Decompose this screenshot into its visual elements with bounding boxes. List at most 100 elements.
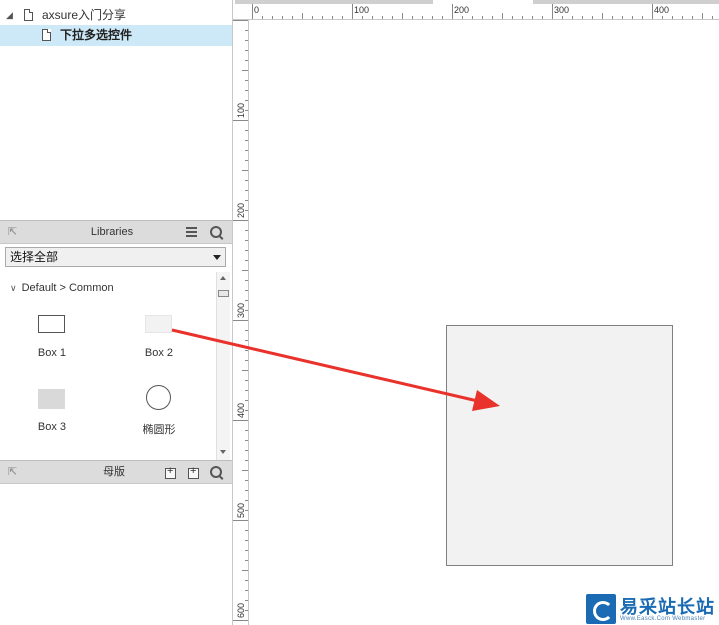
ruler-tick bbox=[602, 13, 603, 19]
ruler-tick bbox=[245, 240, 248, 241]
ruler-tick bbox=[245, 280, 248, 281]
page-tree-item-selected[interactable]: 下拉多选控件 bbox=[0, 25, 232, 46]
ruler-label: 500 bbox=[236, 502, 246, 518]
ruler-tick bbox=[245, 30, 248, 31]
ruler-tick bbox=[242, 470, 248, 471]
box3-icon[interactable] bbox=[38, 389, 65, 409]
ruler-tick bbox=[245, 490, 248, 491]
search-icon[interactable] bbox=[210, 466, 222, 478]
libraries-header: ⇱ Libraries bbox=[0, 220, 232, 244]
ruler-label: 200 bbox=[454, 5, 470, 15]
ruler-tick bbox=[512, 16, 513, 19]
ruler-tick bbox=[402, 13, 403, 19]
ruler-tick bbox=[422, 16, 423, 19]
page-icon bbox=[24, 9, 33, 21]
scroll-down-icon[interactable] bbox=[220, 450, 226, 454]
masters-list bbox=[0, 484, 232, 625]
box2-icon[interactable] bbox=[145, 315, 172, 333]
ruler-tick bbox=[242, 270, 248, 271]
ruler-tick bbox=[302, 13, 303, 19]
search-icon[interactable] bbox=[210, 226, 222, 238]
ruler-tick bbox=[233, 120, 248, 121]
ruler-tick bbox=[282, 16, 283, 19]
ruler-tick bbox=[245, 230, 248, 231]
ellipse-icon[interactable] bbox=[146, 385, 171, 410]
box1-icon[interactable] bbox=[38, 315, 65, 333]
ruler-tick bbox=[252, 4, 253, 19]
ruler-tick bbox=[712, 16, 713, 19]
ruler-tick bbox=[552, 4, 553, 19]
ruler-tick bbox=[245, 560, 248, 561]
ruler-tick bbox=[245, 380, 248, 381]
ruler-tick bbox=[245, 260, 248, 261]
ruler-tick bbox=[342, 16, 343, 19]
ruler-tick bbox=[482, 16, 483, 19]
ruler-tick bbox=[245, 550, 248, 551]
ruler-tick bbox=[245, 80, 248, 81]
ruler-tick bbox=[245, 530, 248, 531]
ruler-tick bbox=[672, 16, 673, 19]
expand-triangle-icon[interactable]: ◢ bbox=[6, 5, 13, 26]
ruler-tick bbox=[502, 13, 503, 19]
ruler-tick bbox=[262, 16, 263, 19]
ruler-tick bbox=[245, 50, 248, 51]
widget-label: Box 2 bbox=[144, 347, 174, 359]
ruler-tick bbox=[245, 450, 248, 451]
dropped-box-widget[interactable] bbox=[446, 325, 673, 566]
chevron-down-icon[interactable]: ∨ bbox=[10, 283, 17, 294]
library-scrollbar[interactable] bbox=[216, 272, 230, 460]
page-icon bbox=[42, 29, 51, 41]
ruler-tick bbox=[702, 13, 703, 19]
ruler-tick bbox=[245, 140, 248, 141]
ruler-tick bbox=[245, 100, 248, 101]
add-folder-icon[interactable] bbox=[188, 465, 199, 479]
ruler-tick bbox=[362, 16, 363, 19]
vertical-ruler: 100 200 300 400 500 600 bbox=[233, 20, 249, 625]
page-tree-root[interactable]: ◢ axsure入门分享 bbox=[0, 5, 232, 26]
chevron-down-icon[interactable] bbox=[213, 255, 221, 260]
ruler-tick bbox=[582, 16, 583, 19]
site-logo-icon bbox=[586, 594, 616, 624]
ruler-tick bbox=[622, 16, 623, 19]
library-dropdown[interactable]: 选择全部 bbox=[5, 247, 226, 267]
ruler-tick bbox=[632, 16, 633, 19]
widget-label: Box 3 bbox=[37, 421, 67, 433]
menu-icon[interactable] bbox=[186, 227, 197, 237]
ruler-tick bbox=[312, 16, 313, 19]
ruler-tick bbox=[372, 16, 373, 19]
ruler-tick bbox=[392, 16, 393, 19]
ruler-tick bbox=[245, 580, 248, 581]
ruler-tick bbox=[442, 16, 443, 19]
ruler-label: 200 bbox=[236, 202, 246, 218]
ruler-tick bbox=[242, 170, 248, 171]
ruler-tick bbox=[233, 20, 248, 21]
page-label: axsure入门分享 bbox=[42, 8, 127, 22]
ruler-tick bbox=[272, 16, 273, 19]
scroll-thumb[interactable] bbox=[218, 290, 229, 297]
ruler-tick bbox=[682, 16, 683, 19]
ruler-tick bbox=[245, 300, 248, 301]
watermark: 易采站长站 Www.Easck.Com Webmaster bbox=[585, 592, 719, 625]
ruler-tick bbox=[245, 250, 248, 251]
ruler-tick bbox=[562, 16, 563, 19]
ruler-tick bbox=[245, 330, 248, 331]
ruler-tick bbox=[245, 180, 248, 181]
add-master-icon[interactable] bbox=[165, 465, 176, 479]
ruler-label: 400 bbox=[236, 402, 246, 418]
ruler-tick bbox=[245, 290, 248, 291]
ruler-label: 100 bbox=[354, 5, 370, 15]
ruler-tick bbox=[245, 500, 248, 501]
ruler-label: 300 bbox=[236, 302, 246, 318]
ruler-tick bbox=[245, 190, 248, 191]
ruler-tick bbox=[245, 360, 248, 361]
ruler-label: 0 bbox=[254, 5, 260, 15]
ruler-tick bbox=[452, 4, 453, 19]
scroll-up-icon[interactable] bbox=[220, 276, 226, 280]
library-group[interactable]: ∨ Default > Common bbox=[10, 282, 114, 294]
ruler-label: 300 bbox=[554, 5, 570, 15]
ruler-tick bbox=[242, 570, 248, 571]
masters-header: ⇱ 母版 bbox=[0, 460, 232, 484]
pages-panel: ◢ axsure入门分享 下拉多选控件 bbox=[0, 0, 232, 220]
ruler-tick bbox=[642, 16, 643, 19]
widget-label: Box 1 bbox=[37, 347, 67, 359]
